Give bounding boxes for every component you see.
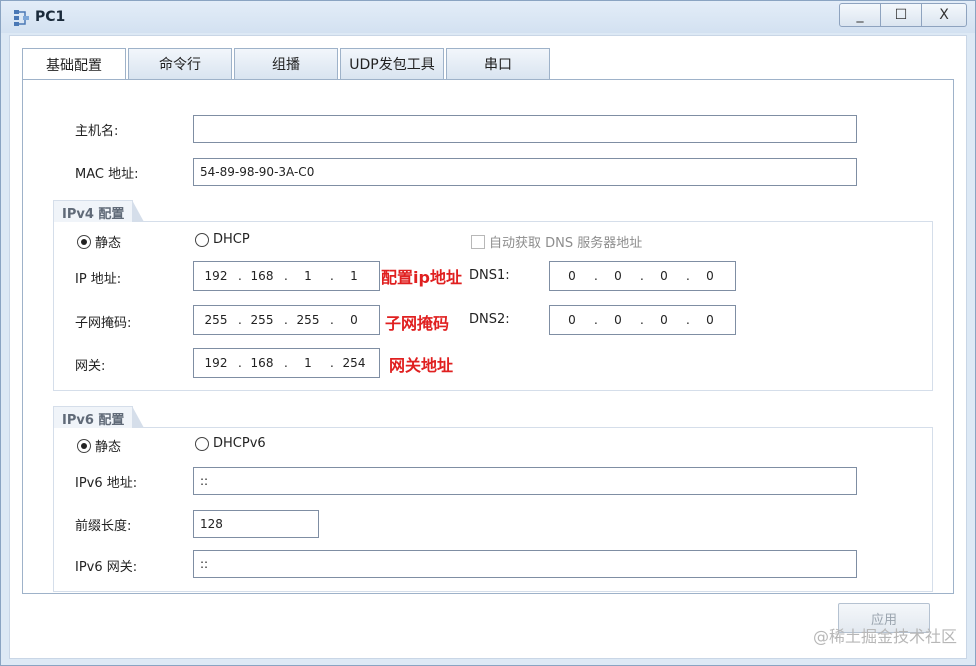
ipv6-static-label: 静态 bbox=[95, 440, 122, 455]
radio-checked-icon bbox=[77, 438, 91, 453]
window-title: PC1 bbox=[35, 9, 66, 25]
subnet-mask-input[interactable]: 255. 255. 255. 0 bbox=[193, 305, 380, 335]
octet: 0 bbox=[660, 313, 668, 327]
prefix-length-label: 前缀长度: bbox=[75, 519, 132, 534]
ipv6-address-input[interactable]: :: bbox=[193, 467, 857, 495]
close-button[interactable]: X bbox=[921, 3, 967, 27]
ipv4-dhcp-radio[interactable]: DHCP bbox=[195, 232, 250, 247]
mac-label: MAC 地址: bbox=[75, 167, 139, 182]
pc1-window: PC1 _ ☐ X 基础配置 命令行 组播 UDP发包工具 串口 主机名: MA… bbox=[0, 0, 976, 666]
dns2-label: DNS2: bbox=[469, 312, 510, 327]
octet: 0 bbox=[350, 313, 358, 327]
prefix-length-input[interactable]: 128 bbox=[193, 510, 319, 538]
tab-udp-tool[interactable]: UDP发包工具 bbox=[340, 48, 444, 79]
tab-command-line[interactable]: 命令行 bbox=[128, 48, 232, 79]
dns2-input[interactable]: 0. 0. 0. 0 bbox=[549, 305, 736, 335]
pc-icon bbox=[14, 10, 29, 26]
octet: 192 bbox=[204, 356, 228, 370]
ip-address-input[interactable]: 192. 168. 1. 1 bbox=[193, 261, 380, 291]
ipv6-section-title: IPv6 配置 bbox=[53, 406, 145, 428]
ip-label: IP 地址: bbox=[75, 272, 122, 287]
octet: 255 bbox=[204, 313, 228, 327]
minimize-button[interactable]: _ bbox=[839, 3, 881, 27]
octet: 255 bbox=[296, 313, 320, 327]
octet: 168 bbox=[250, 356, 274, 370]
ipv6-gateway-label: IPv6 网关: bbox=[75, 560, 138, 575]
octet: 1 bbox=[350, 269, 358, 283]
octet: 192 bbox=[204, 269, 228, 283]
mask-label: 子网掩码: bbox=[75, 316, 132, 331]
radio-checked-icon bbox=[77, 234, 91, 249]
octet: 0 bbox=[706, 269, 714, 283]
ipv4-static-radio[interactable]: 静态 bbox=[77, 232, 121, 251]
octet: 255 bbox=[250, 313, 274, 327]
ipv6-dhcp-radio[interactable]: DHCPv6 bbox=[195, 436, 266, 451]
octet: 1 bbox=[304, 269, 312, 283]
client-area: 基础配置 命令行 组播 UDP发包工具 串口 主机名: MAC 地址: 54-8… bbox=[9, 35, 967, 659]
tab-multicast[interactable]: 组播 bbox=[234, 48, 338, 79]
ip-annotation: 配置ip地址 bbox=[381, 268, 462, 287]
octet: 168 bbox=[250, 269, 274, 283]
octet: 0 bbox=[568, 313, 576, 327]
octet: 1 bbox=[304, 356, 312, 370]
octet: 0 bbox=[614, 269, 622, 283]
radio-unchecked-icon bbox=[195, 232, 209, 247]
maximize-button[interactable]: ☐ bbox=[880, 3, 922, 27]
gateway-annotation: 网关地址 bbox=[389, 356, 454, 375]
checkbox-icon bbox=[471, 234, 485, 249]
gateway-label: 网关: bbox=[75, 359, 106, 374]
octet: 0 bbox=[660, 269, 668, 283]
dns1-label: DNS1: bbox=[469, 268, 510, 283]
ipv4-section-title: IPv4 配置 bbox=[53, 200, 145, 222]
title-bar[interactable]: PC1 _ ☐ X bbox=[1, 1, 975, 33]
mask-annotation: 子网掩码 bbox=[385, 314, 450, 333]
ipv4-dhcp-label: DHCP bbox=[213, 232, 250, 247]
auto-dns-label: 自动获取 DNS 服务器地址 bbox=[489, 236, 643, 251]
gateway-input[interactable]: 192. 168. 1. 254 bbox=[193, 348, 380, 378]
ipv6-dhcp-label: DHCPv6 bbox=[213, 436, 266, 451]
octet: 254 bbox=[342, 356, 366, 370]
hostname-label: 主机名: bbox=[75, 124, 119, 139]
tab-bar: 基础配置 命令行 组播 UDP发包工具 串口 bbox=[22, 48, 552, 80]
octet: 0 bbox=[568, 269, 576, 283]
octet: 0 bbox=[706, 313, 714, 327]
radio-unchecked-icon bbox=[195, 436, 209, 451]
auto-dns-checkbox[interactable]: 自动获取 DNS 服务器地址 bbox=[471, 232, 642, 251]
ipv6-gateway-input[interactable]: :: bbox=[193, 550, 857, 578]
tab-basic-config[interactable]: 基础配置 bbox=[22, 48, 126, 80]
basic-config-panel: 主机名: MAC 地址: 54-89-98-90-3A-C0 IPv4 配置 静… bbox=[22, 79, 954, 594]
octet: 0 bbox=[614, 313, 622, 327]
tab-serial[interactable]: 串口 bbox=[446, 48, 550, 79]
ipv4-static-label: 静态 bbox=[95, 236, 122, 251]
watermark: @稀土掘金技术社区 bbox=[812, 627, 957, 646]
hostname-input[interactable] bbox=[193, 115, 857, 143]
ipv6-address-label: IPv6 地址: bbox=[75, 476, 138, 491]
ipv6-static-radio[interactable]: 静态 bbox=[77, 436, 121, 455]
dns1-input[interactable]: 0. 0. 0. 0 bbox=[549, 261, 736, 291]
mac-input[interactable]: 54-89-98-90-3A-C0 bbox=[193, 158, 857, 186]
